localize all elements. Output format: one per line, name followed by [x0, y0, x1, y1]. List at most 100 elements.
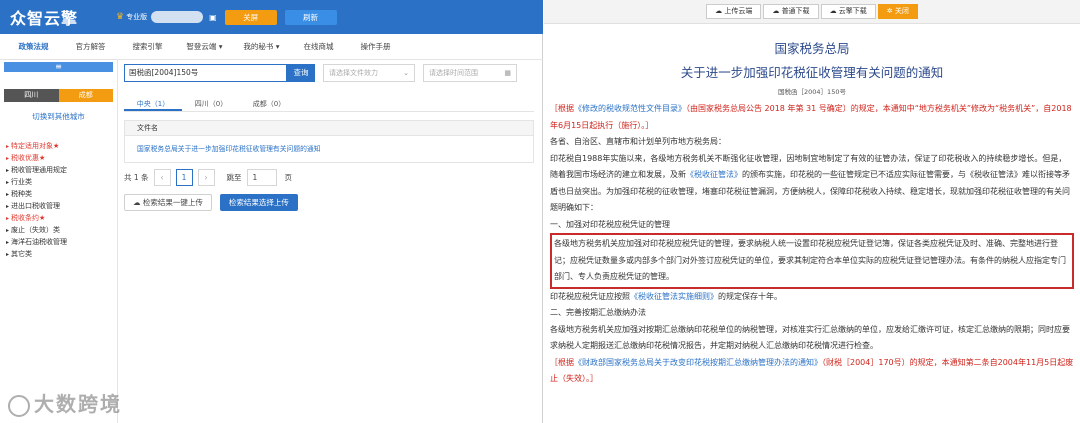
table-row[interactable]: 国家税务总局关于进一步加强印花税征收管理有关问题的通知	[125, 136, 533, 162]
amendment-note-2: ［根据《财政部国家税务总局关于改变印花税按期汇总缴纳管理办法的通知》（财税［20…	[550, 355, 1074, 388]
nav-search-engine[interactable]: 搜索引擎	[124, 41, 171, 52]
caret-right-icon: ▸	[6, 155, 10, 162]
salutation: 各省、自治区、直辖市和计划单列市地方税务局：	[550, 137, 726, 146]
upload-all-label: 检索结果一键上传	[142, 198, 203, 207]
sidebar: ≡ 四川 成都 切换到其他城市 ▸ 特定适用对象★ ▸ 税收优惠★ ▸ 税收管理通用规…	[0, 60, 118, 423]
table-header: 文件名	[125, 121, 533, 136]
refresh-button[interactable]: 刷新	[284, 9, 337, 25]
app-logo: 众智云擎	[10, 9, 79, 28]
region-selector: 四川 成都	[4, 89, 113, 102]
main-nav: 政策法规 官方解答 搜索引擎 智登云端 ▾ 我的秘书 ▾ 在线商城 操作手册	[0, 34, 543, 60]
retention-text-2: 的规定保存十年。	[718, 291, 782, 301]
document-toolbar: ☁ 上传云端 ☁ 普通下载 ☁ 云擎下载 ✲ 关闭	[544, 0, 1080, 24]
left-panel: 众智云擎 ♛ 专业版 ▣ 关屏 刷新 政策法规 官方解答 搜索引擎 智登云端 ▾…	[0, 0, 543, 423]
region-chengdu[interactable]: 成都	[58, 89, 113, 102]
section-2-heading: 二、完善按期汇总缴纳办法	[550, 308, 646, 317]
tree-item-label: 行业类	[11, 178, 33, 186]
section-1-heading: 一、加强对印花税应税凭证的管理	[550, 219, 670, 229]
note-link[interactable]: 《财政部国家税务总局关于改变印花税按期汇总缴纳管理办法的通知》	[574, 358, 822, 367]
nav-secretary[interactable]: 我的秘书 ▾	[238, 41, 285, 52]
upload-selected-button[interactable]: 检索结果选择上传	[219, 194, 298, 211]
region-sichuan[interactable]: 四川	[4, 89, 59, 102]
retention-text: 印花税应税凭证应按照	[550, 291, 630, 301]
cloud-download-button[interactable]: ☁ 云擎下载	[820, 4, 876, 19]
user-icon: ▣	[209, 12, 217, 22]
tree-item[interactable]: ▸ 废止（失效）类	[0, 224, 117, 236]
category-tree: ▸ 特定适用对象★ ▸ 税收优惠★ ▸ 税收管理通用规定 ▸ 行业类 ▸ 税种类 ▸ 进出口…	[0, 140, 117, 260]
close-document-button[interactable]: ✲ 关闭	[877, 4, 918, 19]
tree-item[interactable]: ▸ 税收管理通用规定	[0, 164, 117, 176]
region-tabs: 中央（1） 四川（0） 成都（0）	[124, 96, 534, 112]
document-body: 国家税务总局 关于进一步加强印花税征收管理有关问题的通知 国税函［2004］15…	[550, 38, 1074, 388]
top-bar: 众智云擎 ♛ 专业版 ▣ 关屏 刷新	[0, 0, 543, 34]
document-panel: ☁ 上传云端 ☁ 普通下载 ☁ 云擎下载 ✲ 关闭 国家税务总局 关于进一步加强…	[544, 0, 1080, 423]
tree-item-label: 特定适用对象★	[11, 142, 60, 150]
intro-link[interactable]: 《税收征管法》	[686, 170, 742, 179]
close-screen-button[interactable]: 关屏	[224, 9, 277, 25]
nav-mall[interactable]: 在线商城	[295, 41, 342, 52]
caret-right-icon: ▸	[6, 239, 10, 246]
time-range-select[interactable]: 请选择时间范围 ▦	[423, 64, 517, 82]
tree-item-label: 进出口税收管理	[11, 202, 61, 210]
normal-download-label: 普通下载	[781, 7, 810, 15]
tree-item[interactable]: ▸ 行业类	[0, 176, 117, 188]
tree-item[interactable]: ▸ 税收条约★	[0, 212, 117, 224]
intro-paragraph: 印花税自1988年实施以来，各级地方税务机关不断强化征收管理，因地制宜地制定了有…	[550, 151, 1074, 217]
tree-item[interactable]: ▸ 税收优惠★	[0, 152, 117, 164]
crown-icon: ♛	[116, 12, 125, 22]
total-count: 共 1 条	[124, 173, 149, 182]
note-link[interactable]: 《修改的税收规范性文件目录》	[574, 104, 686, 113]
retention-link[interactable]: 《税收征管法实施细则》	[630, 292, 718, 301]
note-prefix: ［根据	[550, 104, 574, 113]
collapse-button[interactable]: ≡	[4, 62, 113, 72]
time-range-placeholder: 请选择时间范围	[429, 69, 478, 77]
nav-official-answers[interactable]: 官方解答	[67, 41, 114, 52]
nav-manual[interactable]: 操作手册	[352, 41, 399, 52]
next-page-button[interactable]: ›	[197, 169, 215, 186]
tree-item[interactable]: ▸ 进出口税收管理	[0, 200, 117, 212]
tree-item[interactable]: ▸ 其它类	[0, 248, 117, 260]
chevron-down-icon: ⌄	[403, 69, 409, 77]
section-2-paragraph: 各级地方税务机关应加强对按期汇总缴纳印花税单位的纳税管理，对核准实行汇总缴纳的单…	[550, 324, 1070, 351]
caret-right-icon: ▸	[6, 143, 10, 150]
upload-cloud-button[interactable]: ☁ 上传云端	[706, 4, 762, 19]
switch-city-link[interactable]: 切换到其他城市	[0, 111, 117, 122]
search-area: 国税函[2004]150号 查询 请选择文件效力 ⌄ 请选择时间范围 ▦	[124, 64, 543, 82]
calendar-icon: ▦	[504, 69, 511, 77]
tree-item-label: 税收条约★	[11, 214, 46, 222]
document-org: 国家税务总局	[774, 41, 850, 56]
jump-label: 跳至	[226, 173, 242, 182]
tree-item-label: 税收优惠★	[11, 154, 46, 162]
tree-item-label: 废止（失效）类	[11, 226, 61, 234]
normal-download-button[interactable]: ☁ 普通下载	[763, 4, 819, 19]
search-button[interactable]: 查询	[287, 64, 315, 82]
cloud-upload-icon: ☁	[715, 7, 725, 15]
tab-central[interactable]: 中央（1）	[124, 96, 182, 111]
tree-item[interactable]: ▸ 税种类	[0, 188, 117, 200]
pagination: 共 1 条 ‹ 1 › 跳至 1 页	[124, 169, 292, 186]
watermark: 大数跨境	[8, 388, 122, 417]
caret-right-icon: ▸	[6, 179, 10, 186]
gear-icon: ✲	[886, 7, 895, 15]
blurred-username	[151, 11, 204, 23]
caret-right-icon: ▸	[6, 191, 10, 198]
nav-policy[interactable]: 政策法规	[10, 41, 57, 52]
highlighted-paragraph: 各级地方税务机关应加强对印花税应税凭证的管理，要求纳税人统一设置印花税应税凭证登…	[550, 233, 1074, 289]
tree-item[interactable]: ▸ 特定适用对象★	[0, 140, 117, 152]
upload-all-button[interactable]: ☁ 检索结果一键上传	[124, 194, 212, 211]
tab-sichuan[interactable]: 四川（0）	[182, 96, 240, 111]
results-table: 文件名 国家税务总局关于进一步加强印花税征收管理有关问题的通知	[124, 120, 534, 163]
page-number[interactable]: 1	[175, 169, 193, 186]
tree-item-label: 税收管理通用规定	[11, 166, 68, 174]
search-input[interactable]: 国税函[2004]150号	[124, 64, 287, 82]
nav-cloud[interactable]: 智登云端 ▾	[181, 41, 228, 52]
caret-right-icon: ▸	[6, 251, 10, 258]
document-title: 关于进一步加强印花税征收管理有关问题的通知	[680, 65, 944, 80]
tree-item[interactable]: ▸ 海洋石油税收管理	[0, 236, 117, 248]
effect-select[interactable]: 请选择文件效力 ⌄	[323, 64, 415, 82]
prev-page-button[interactable]: ‹	[153, 169, 171, 186]
jump-input[interactable]: 1	[246, 169, 277, 186]
tab-chengdu[interactable]: 成都（0）	[240, 96, 298, 111]
note-prefix: ［根据	[550, 357, 574, 367]
tree-item-label: 税种类	[11, 190, 33, 198]
